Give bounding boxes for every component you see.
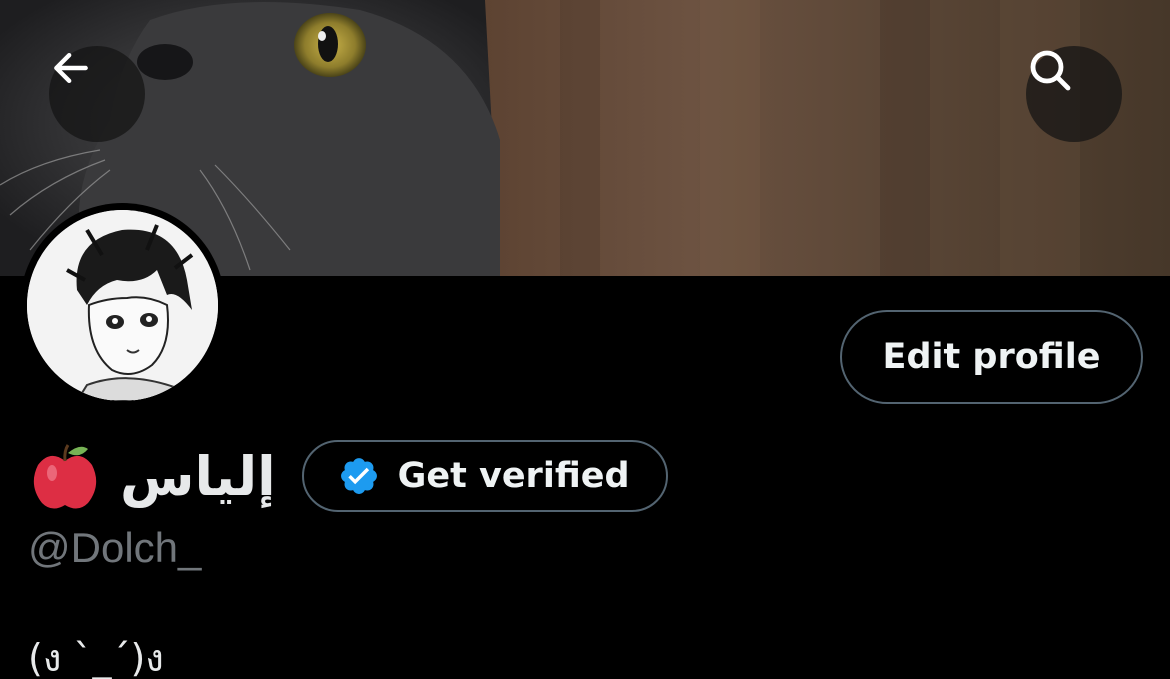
profile-name-row: إلياس Get verified [30, 436, 668, 516]
search-button[interactable] [1026, 46, 1122, 142]
display-name: إلياس [120, 444, 276, 508]
avatar[interactable] [20, 203, 225, 408]
avatar-image [27, 210, 218, 401]
verified-badge-icon [338, 455, 380, 497]
back-button[interactable] [49, 46, 145, 142]
get-verified-label: Get verified [397, 456, 630, 496]
profile-handle: @Dolch_ [28, 524, 202, 571]
get-verified-button[interactable]: Get verified [301, 440, 668, 512]
red-apple-icon [33, 444, 97, 509]
edit-profile-button[interactable]: Edit profile [840, 310, 1143, 404]
search-icon [1030, 50, 1071, 91]
profile-bio: (ง ˋ̀_ˊ́)ง [28, 636, 164, 679]
arrow-left-icon [54, 52, 88, 84]
